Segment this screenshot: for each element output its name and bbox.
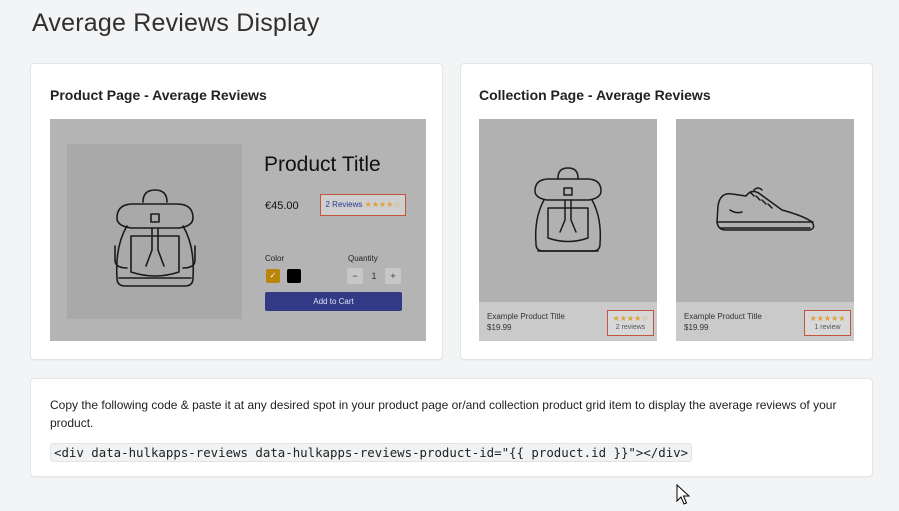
- product-image: [67, 144, 242, 319]
- quantity-stepper: − 1 +: [347, 268, 401, 284]
- collection-page-card: Collection Page - Average Reviews Exampl…: [460, 63, 873, 360]
- collection-item-info: Example Product Title $19.99 ★★★★★ 1 rev…: [676, 302, 854, 341]
- collection-item-info: Example Product Title $19.99 ★★★★☆ 2 rev…: [479, 302, 657, 341]
- product-page-card: Product Page - Average Reviews Product T…: [30, 63, 443, 360]
- star-rating-icon: ★★★★★: [809, 314, 846, 323]
- backpack-icon: [114, 189, 196, 287]
- qty-value[interactable]: 1: [366, 268, 382, 284]
- page-title: Average Reviews Display: [32, 9, 320, 37]
- qty-minus-button[interactable]: −: [347, 268, 363, 284]
- color-swatch-gold[interactable]: ✓: [266, 269, 280, 283]
- add-to-cart-button[interactable]: Add to Cart: [265, 292, 402, 311]
- collection-item[interactable]: Example Product Title $19.99 ★★★★★ 1 rev…: [676, 119, 854, 341]
- color-swatch-black[interactable]: [287, 269, 301, 283]
- product-page-preview: Product Title €45.00 2 Reviews ★★★★☆ Col…: [50, 119, 426, 341]
- product-page-card-title: Product Page - Average Reviews: [50, 87, 267, 103]
- product-title: Product Title: [264, 153, 381, 176]
- reviews-count-label: 2 Reviews: [325, 200, 363, 209]
- collection-item-title: Example Product Title: [487, 312, 565, 321]
- backpack-icon: [534, 166, 602, 252]
- collection-page-card-title: Collection Page - Average Reviews: [479, 87, 711, 103]
- collection-item-title: Example Product Title: [684, 312, 762, 321]
- star-rating-icon: ★★★★☆: [364, 200, 401, 209]
- collection-item-price: $19.99: [487, 323, 512, 332]
- check-icon: ✓: [269, 271, 277, 280]
- review-count: 2 reviews: [615, 324, 646, 331]
- color-label: Color: [265, 254, 285, 263]
- code-snippet-card: Copy the following code & paste it at an…: [30, 378, 873, 477]
- collection-reviews-badge[interactable]: ★★★★☆ 2 reviews: [607, 310, 654, 336]
- code-snippet[interactable]: <div data-hulkapps-reviews data-hulkapps…: [50, 443, 693, 462]
- reviews-badge[interactable]: 2 Reviews ★★★★☆: [320, 194, 406, 216]
- collection-item-image: [479, 119, 657, 302]
- mouse-cursor-icon: [676, 484, 690, 505]
- quantity-label: Quantity: [348, 254, 378, 263]
- product-price: €45.00: [265, 200, 299, 212]
- collection-item[interactable]: Example Product Title $19.99 ★★★★☆ 2 rev…: [479, 119, 657, 341]
- instructions-text: Copy the following code & paste it at an…: [50, 398, 837, 430]
- sneaker-icon: [716, 186, 815, 231]
- star-rating-icon: ★★★★☆: [612, 314, 649, 323]
- review-count: 1 review: [814, 324, 841, 331]
- collection-item-image: [676, 119, 854, 302]
- collection-item-price: $19.99: [684, 323, 709, 332]
- collection-reviews-badge[interactable]: ★★★★★ 1 review: [804, 310, 851, 336]
- qty-plus-button[interactable]: +: [385, 268, 401, 284]
